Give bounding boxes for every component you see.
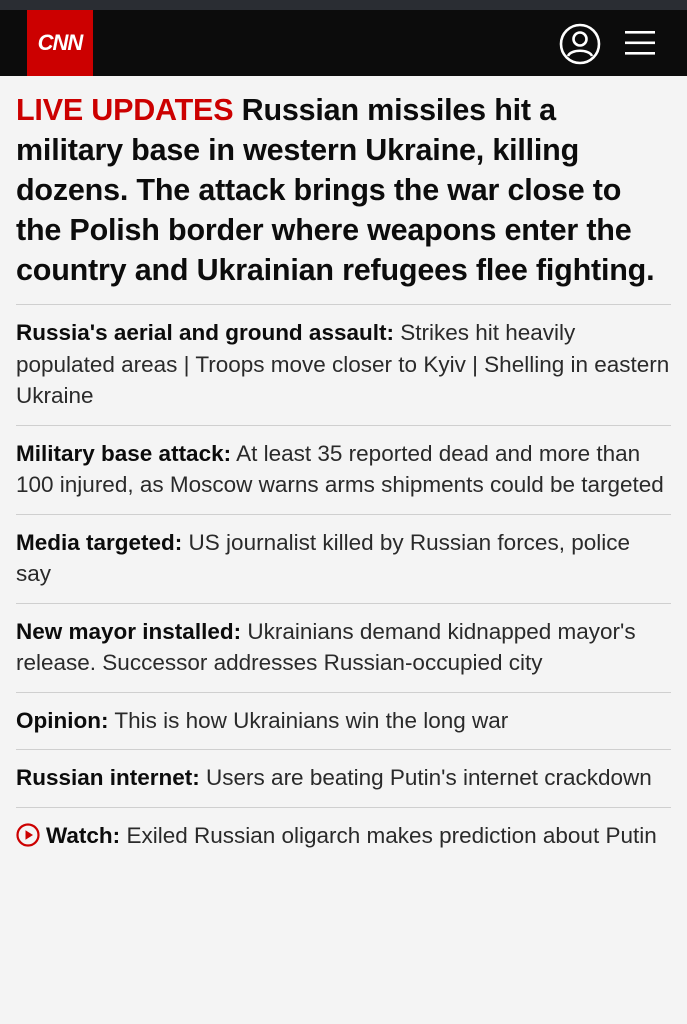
list-item[interactable]: Russia's aerial and ground assault: Stri… — [16, 304, 671, 425]
item-lead: Media targeted: — [16, 529, 183, 555]
hamburger-menu-icon[interactable] — [624, 28, 656, 58]
live-updates-label: LIVE UPDATES — [16, 93, 234, 127]
item-lead: Russian internet: — [16, 765, 200, 790]
site-header: CNN — [0, 10, 687, 76]
headline[interactable]: LIVE UPDATES Russian missiles hit a mili… — [16, 90, 671, 290]
item-lead: New mayor installed: — [16, 618, 242, 644]
related-links-list: Russia's aerial and ground assault: Stri… — [16, 304, 671, 864]
list-item[interactable]: Opinion: This is how Ukrainians win the … — [16, 691, 671, 750]
item-lead: Watch: — [46, 822, 121, 848]
list-item[interactable]: New mayor installed: Ukrainians demand k… — [16, 602, 671, 692]
list-item[interactable]: Media targeted: US journalist killed by … — [16, 513, 671, 603]
status-strip — [0, 0, 687, 10]
item-text: This is how Ukrainians win the long war — [114, 707, 509, 733]
user-circle-icon[interactable] — [558, 22, 602, 66]
list-item[interactable]: Military base attack: At least 35 report… — [16, 424, 671, 514]
list-item[interactable]: Russian internet: Users are beating Puti… — [16, 749, 671, 807]
item-text: Exiled Russian oligarch makes prediction… — [126, 822, 657, 848]
list-item-watch[interactable]: Watch: Exiled Russian oligarch makes pre… — [16, 806, 671, 865]
item-lead: Opinion: — [16, 707, 109, 733]
main-content: LIVE UPDATES Russian missiles hit a mili… — [16, 76, 671, 864]
play-circle-icon — [16, 822, 40, 847]
cnn-logo[interactable]: CNN — [27, 10, 93, 76]
logo-text: CNN — [37, 30, 84, 55]
item-text: Users are beating Putin's internet crack… — [206, 765, 652, 790]
item-lead: Russia's aerial and ground assault: — [16, 320, 394, 345]
item-lead: Military base attack: — [16, 440, 232, 466]
